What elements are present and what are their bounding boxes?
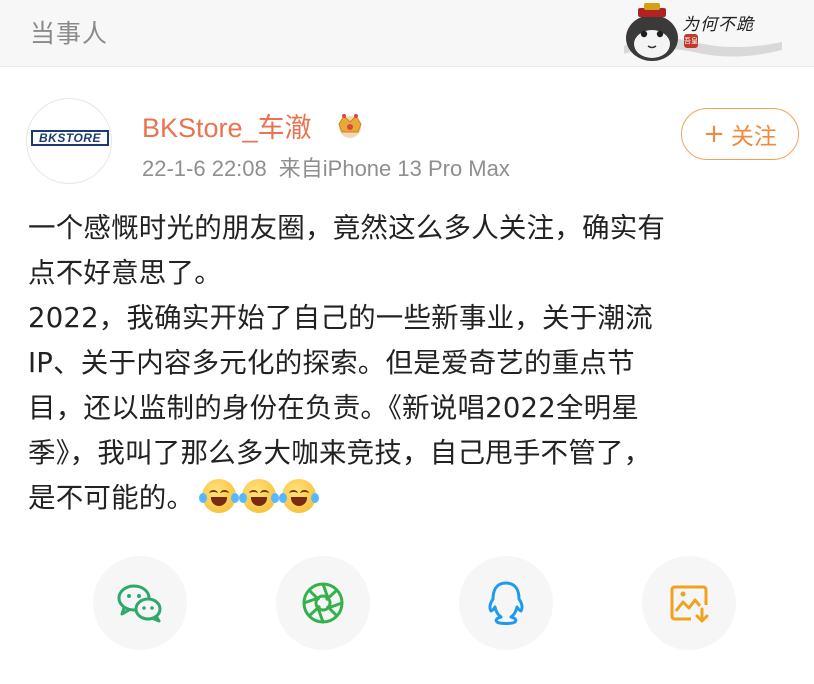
post-line: IP、关于内容多元化的探索。但是爱奇艺的重点节 <box>28 347 635 379</box>
qq-icon <box>488 581 524 625</box>
post-source: 来自iPhone 13 Pro Max <box>278 156 510 181</box>
top-bar: 当事人 为何不跪 吾皇 <box>0 0 814 67</box>
post-line: 季》，我叫了那么多大咖来竞技，自己甩手不管了， <box>28 437 652 469</box>
save-image-icon <box>670 585 709 623</box>
laughing-tears-emoji <box>199 479 240 513</box>
save-image-button[interactable] <box>642 556 736 650</box>
laughing-tears-emoji <box>239 479 280 513</box>
post-line: 是不可能的。 <box>28 482 195 514</box>
share-qq-button[interactable] <box>459 556 553 650</box>
follow-label: 关注 <box>730 124 777 150</box>
laughing-tears-emoji <box>279 479 320 513</box>
plus-icon: + <box>703 119 725 149</box>
username[interactable]: BKStore_车澈 <box>142 106 312 145</box>
share-bar <box>0 556 814 656</box>
page-title: 当事人 <box>30 19 109 48</box>
post-line: 目，还以监制的身份在负责。《新说唱2022全明星 <box>28 392 640 424</box>
post-meta: 22-1-6 22:08 来自iPhone 13 Pro Max <box>142 151 510 183</box>
post-line: 2022，我确实开始了自己的一些新事业，关于潮流 <box>28 302 653 334</box>
share-wechat-button[interactable] <box>93 556 187 650</box>
post-line: 一个感慨时光的朋友圈，竟然这么多人关注，确实有 <box>28 212 666 244</box>
crown-icon <box>338 114 362 138</box>
avatar[interactable]: BKSTORE <box>26 98 112 184</box>
post-text: 一个感慨时光的朋友圈，竟然这么多人关注，确实有 点不好意思了。 2022，我确实… <box>28 206 788 521</box>
post-line: 点不好意思了。 <box>28 257 222 289</box>
watermark-text: 为何不跪 <box>682 15 754 35</box>
emoji-group <box>199 479 320 513</box>
moments-icon <box>302 582 344 624</box>
post-last-line: 是不可能的。 <box>28 476 788 521</box>
watermark-seal: 吾皇 <box>684 34 698 48</box>
follow-button[interactable]: + 关注 <box>681 108 799 160</box>
watermark-logo: 为何不跪 吾皇 <box>624 2 784 64</box>
wechat-icon <box>117 584 162 623</box>
avatar-logo: BKSTORE <box>31 130 109 146</box>
post-date: 22-1-6 22:08 <box>142 156 267 181</box>
share-moments-button[interactable] <box>276 556 370 650</box>
